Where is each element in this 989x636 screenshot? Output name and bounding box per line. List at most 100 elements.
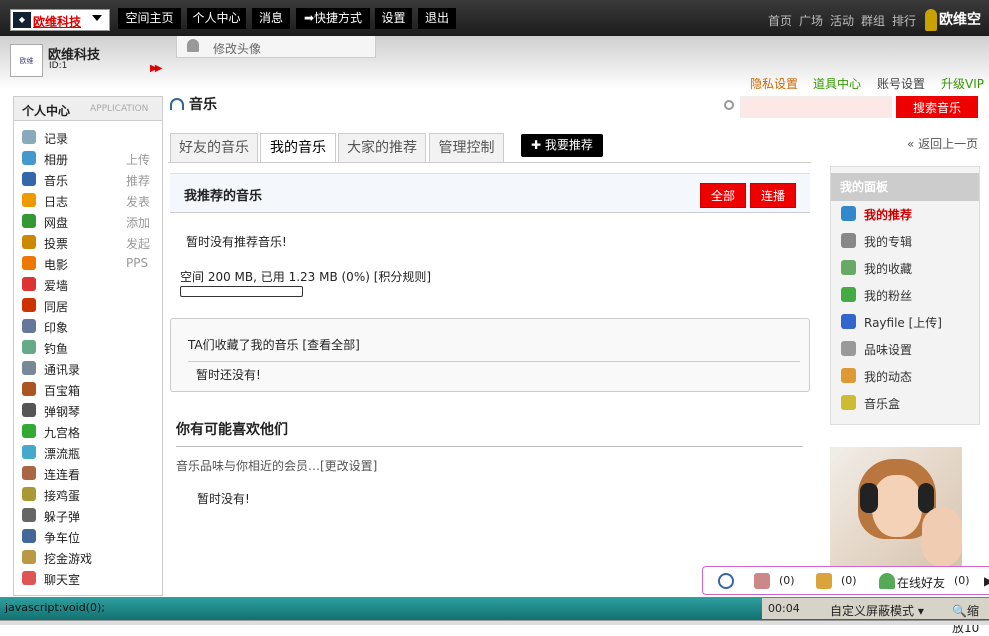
play-icon[interactable]: ▶ [984,574,989,588]
nav-activity[interactable]: 活动 [830,12,854,29]
sidebar-item[interactable]: 挖金游戏 [14,547,162,567]
site-logo-text: 欧维科技 [33,15,82,29]
sidebar-item[interactable]: 躲子弹 [14,505,162,525]
nav-home[interactable]: 首页 [768,12,792,29]
may-like-empty-text: 暂时没有! [197,492,250,506]
sidebar-item[interactable]: 接鸡蛋 [14,484,162,504]
space-progress-bar [180,286,303,297]
panel-item[interactable]: 我的推荐 [831,203,979,225]
sidebar-item[interactable]: 钓鱼 [14,337,162,357]
online-friends-label[interactable]: 在线好友 [897,574,945,591]
nav-personal-center[interactable]: 个人中心 [187,8,246,29]
sidebar-item[interactable]: 相册 上传 [14,148,162,168]
panel-item[interactable]: 我的动态 [831,365,979,387]
sidebar-item[interactable]: 网盘 添加 [14,211,162,231]
sidebar-item[interactable]: 聊天室 [14,568,162,588]
nav-groups[interactable]: 群组 [861,12,885,29]
sidebar-item-action[interactable]: PPS [126,256,148,270]
online-count: (0) [954,574,970,587]
search-music-button[interactable]: 搜索音乐 [895,95,979,119]
sidebar-item[interactable]: 日志 发表 [14,190,162,210]
sidebar-item[interactable]: 九宫格 [14,421,162,441]
globe-icon[interactable] [718,573,734,589]
my-panel: 我的面板 我的推荐 我的专辑 我的收藏 我的粉丝 Rayfile [上传] 品味设置 我的动… [830,166,980,425]
panel-item-label: Rayfile [上传] [864,316,942,330]
tab-friends-music[interactable]: 好友的音乐 [170,133,258,163]
sidebar-item[interactable]: 印象 [14,316,162,336]
sidebar-item[interactable]: 音乐 推荐 [14,169,162,189]
promo-image[interactable] [830,447,962,567]
sidebar-item[interactable]: 连连看 [14,463,162,483]
sidebar-item[interactable]: 争车位 [14,526,162,546]
tab-divider [168,162,811,163]
promo-image-face [872,475,922,537]
sidebar-item[interactable]: 投票 发起 [14,232,162,252]
group-icon[interactable] [816,573,832,589]
link-game-icon [22,466,36,480]
sidebar-item[interactable]: 通讯录 [14,358,162,378]
brand-logo[interactable]: 欧维空 [925,6,989,34]
nav-ranking[interactable]: 排行 [892,12,916,29]
friend-icon [879,573,895,589]
nav-space-home[interactable]: 空间主页 [118,8,181,29]
change-avatar-label: 修改头像 [213,42,262,56]
nav-shortcuts-label: 快捷方式 [314,11,363,25]
nav-messages[interactable]: 消息 [252,8,290,29]
tool-center-link[interactable]: 道具中心 [813,75,861,92]
recommend-button[interactable]: ✚ 我要推荐 [521,134,603,157]
block-mode-dropdown[interactable]: 自定义屏蔽模式 ▾ [830,602,924,619]
chevron-down-icon[interactable] [92,15,102,21]
tab-everyone-recommend[interactable]: 大家的推荐 [338,133,426,163]
recommend-button-label: 我要推荐 [544,138,593,152]
nav-logout[interactable]: 退出 [418,8,456,29]
nav-shortcuts[interactable]: ➡快捷方式 [296,8,370,29]
account-settings-link[interactable]: 账号设置 [877,75,925,92]
sidebar-item-label: 连连看 [44,468,81,482]
taskbar-strip [0,620,989,625]
sidebar-item[interactable]: 爱墙 [14,274,162,294]
panel-item[interactable]: 我的收藏 [831,257,979,279]
tab-my-music[interactable]: 我的音乐 [260,133,336,163]
sidebar-item[interactable]: 弹钢琴 [14,400,162,420]
privacy-settings-link[interactable]: 隐私设置 [750,75,798,92]
sidebar-item-label: 聊天室 [44,573,81,587]
panel-item[interactable]: 品味设置 [831,338,979,360]
favorites-title[interactable]: TA们收藏了我的音乐 [查看全部] [188,336,360,353]
tab-manage[interactable]: 管理控制 [429,133,504,163]
avatar[interactable]: 欧维 [10,44,43,77]
sidebar-item-action[interactable]: 添加 [126,214,150,231]
sidebar-item-label: 爱墙 [44,279,69,293]
sidebar-item-label: 记录 [44,132,69,146]
back-link[interactable]: « 返回上一页 [907,135,978,152]
double-arrow-icon[interactable]: ▶▶ [150,63,163,74]
sidebar-item-action[interactable]: 发表 [126,193,150,210]
upgrade-vip-link[interactable]: 升级VIP [941,75,984,92]
all-button[interactable]: 全部 [700,183,746,208]
panel-item[interactable]: 音乐盒 [831,392,979,414]
panel-item[interactable]: 我的专辑 [831,230,979,252]
zoom-control[interactable]: 🔍缩放10 [952,602,989,636]
sidebar-item-action[interactable]: 发起 [126,235,150,252]
sidebar-item[interactable]: 百宝箱 [14,379,162,399]
sidebar-item-action[interactable]: 推荐 [126,172,150,189]
sidebar-item[interactable]: 同居 [14,295,162,315]
continuous-play-button[interactable]: 连播 [750,183,796,208]
nav-square[interactable]: 广场 [799,12,823,29]
person-icon [187,39,199,52]
sidebar-item[interactable]: 电影 PPS [14,253,162,273]
sidebar-item[interactable]: 记录 [14,127,162,147]
may-like-subtitle[interactable]: 音乐品味与你相近的会员…[更改设置] [176,457,377,474]
panel-item[interactable]: Rayfile [上传] [831,311,979,333]
sidebar-item-label: 争车位 [44,531,81,545]
sidebar-item[interactable]: 漂流瓶 [14,442,162,462]
panel-item-label: 音乐盒 [864,397,901,411]
sidebar-item-action[interactable]: 上传 [126,151,150,168]
panel-item[interactable]: 我的粉丝 [831,284,979,306]
headphone-left [860,483,878,513]
search-input[interactable] [740,96,892,118]
mail-icon[interactable] [754,573,770,589]
recommended-title: 我推荐的音乐 [184,189,263,204]
change-avatar-button[interactable]: 修改头像 [176,36,376,58]
love-wall-icon [22,277,36,291]
nav-settings[interactable]: 设置 [375,8,412,29]
